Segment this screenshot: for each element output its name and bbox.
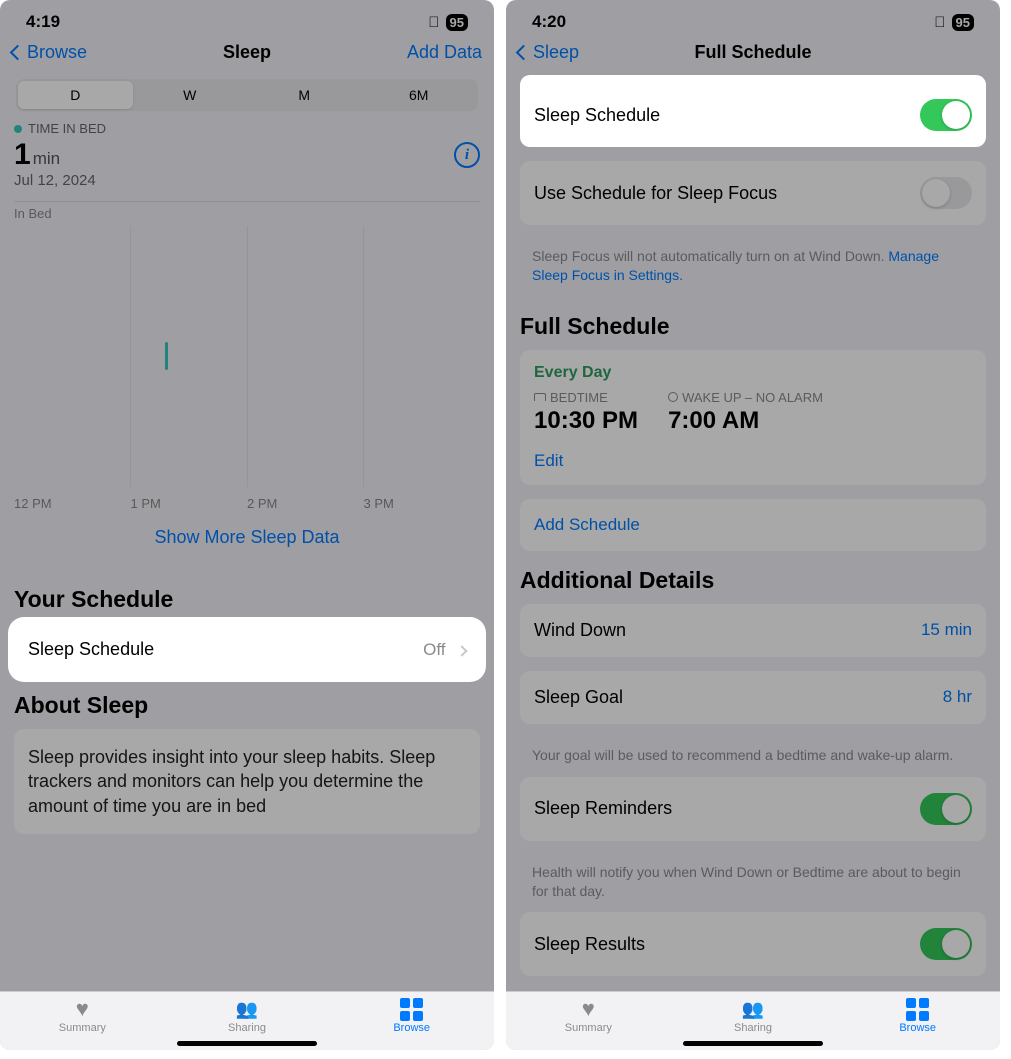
about-sleep-header: About Sleep [14, 692, 480, 719]
chart-series-label: In Bed [14, 202, 480, 225]
sleep-schedule-row[interactable]: Sleep Schedule Off [14, 623, 480, 676]
sleep-results-row[interactable]: Sleep Results [520, 912, 986, 976]
back-button[interactable]: Sleep [518, 42, 579, 63]
sleep-goal-row[interactable]: Sleep Goal 8 hr [520, 671, 986, 724]
back-button[interactable]: Browse [12, 42, 87, 63]
wake-value: 7:00 AM [668, 407, 823, 435]
sleep-chart[interactable]: In Bed 12 PM 1 PM 2 PM 3 PM [14, 201, 480, 511]
show-more-sleep-data[interactable]: Show More Sleep Data [10, 511, 484, 570]
wind-down-value: 15 min [921, 620, 972, 640]
schedule-card[interactable]: Every Day BEDTIME 10:30 PM WAKE UP – NO … [520, 350, 986, 485]
bedtime-value: 10:30 PM [534, 407, 638, 435]
edit-schedule-link[interactable]: Edit [534, 451, 972, 471]
nav-bar: Browse Sleep Add Data [0, 34, 494, 75]
people-icon: 👥 [234, 998, 260, 1020]
home-indicator[interactable] [177, 1041, 317, 1046]
sleep-schedule-toggle[interactable] [920, 99, 972, 131]
phone-right: 4:20 􀙇 95 Sleep Full Schedule Sleep Sche… [506, 0, 1000, 1050]
wifi-icon: 􀙇 [428, 14, 439, 31]
chevron-left-icon [10, 45, 26, 61]
reminders-footnote: Health will notify you when Wind Down or… [516, 855, 990, 913]
alarm-icon [668, 392, 678, 402]
add-schedule-label: Add Schedule [534, 515, 640, 535]
battery-level: 95 [446, 14, 468, 31]
in-bed-bar [165, 342, 168, 370]
nav-bar: Sleep Full Schedule [506, 34, 1000, 75]
heart-icon: ♥ [69, 998, 95, 1020]
sleep-schedule-toggle-row[interactable]: Sleep Schedule [520, 83, 986, 147]
page-title: Sleep [223, 42, 271, 63]
your-schedule-header: Your Schedule [14, 586, 480, 613]
sleep-reminders-row[interactable]: Sleep Reminders [520, 777, 986, 841]
metric-date: Jul 12, 2024 [10, 172, 484, 195]
status-time: 4:19 [26, 12, 60, 32]
sleep-schedule-label: Sleep Schedule [28, 639, 154, 660]
sleep-results-toggle[interactable] [920, 928, 972, 960]
people-icon: 👥 [740, 998, 766, 1020]
segment-week[interactable]: W [133, 81, 248, 109]
add-data-button[interactable]: Add Data [407, 42, 482, 63]
sleep-schedule-value: Off [423, 640, 445, 659]
segment-6month[interactable]: 6M [362, 81, 477, 109]
series-color-dot [14, 125, 22, 133]
heart-icon: ♥ [575, 998, 601, 1020]
focus-footnote: Sleep Focus will not automatically turn … [516, 239, 990, 297]
use-focus-row[interactable]: Use Schedule for Sleep Focus [520, 161, 986, 225]
sleep-reminders-toggle[interactable] [920, 793, 972, 825]
back-label: Browse [27, 42, 87, 63]
additional-details-header: Additional Details [520, 567, 986, 594]
chart-x-axis: 12 PM 1 PM 2 PM 3 PM [14, 496, 480, 511]
tab-summary[interactable]: ♥ Summary [0, 998, 165, 1034]
use-focus-label: Use Schedule for Sleep Focus [534, 183, 777, 204]
about-sleep-text: Sleep provides insight into your sleep h… [14, 729, 480, 834]
info-icon[interactable]: i [454, 142, 480, 168]
tab-sharing[interactable]: 👥 Sharing [165, 998, 330, 1034]
home-indicator[interactable] [683, 1041, 823, 1046]
wifi-icon: 􀙇 [934, 14, 945, 31]
back-label: Sleep [533, 42, 579, 63]
status-bar: 4:19 􀙇 95 [0, 0, 494, 34]
grid-icon [399, 998, 425, 1020]
metric-value: 1 [14, 138, 31, 171]
tab-sharing[interactable]: 👥 Sharing [671, 998, 836, 1034]
wind-down-row[interactable]: Wind Down 15 min [520, 604, 986, 657]
segment-month[interactable]: M [247, 81, 362, 109]
battery-level: 95 [952, 14, 974, 31]
status-time: 4:20 [532, 12, 566, 32]
metric-label: TIME IN BED [14, 121, 480, 136]
tab-browse[interactable]: Browse [329, 998, 494, 1034]
sleep-goal-value: 8 hr [943, 687, 972, 707]
time-range-segmented[interactable]: D W M 6M [16, 79, 478, 111]
full-schedule-header: Full Schedule [520, 313, 986, 340]
phone-left: 4:19 􀙇 95 Browse Sleep Add Data D W M 6M… [0, 0, 494, 1050]
use-focus-toggle[interactable] [920, 177, 972, 209]
grid-icon [905, 998, 931, 1020]
tab-summary[interactable]: ♥ Summary [506, 998, 671, 1034]
tab-browse[interactable]: Browse [835, 998, 1000, 1034]
schedule-days: Every Day [534, 364, 972, 382]
goal-footnote: Your goal will be used to recommend a be… [516, 738, 990, 777]
metric-unit: min [33, 149, 60, 168]
segment-day[interactable]: D [18, 81, 133, 109]
status-bar: 4:20 􀙇 95 [506, 0, 1000, 34]
chevron-right-icon [456, 645, 467, 656]
page-title: Full Schedule [694, 42, 811, 63]
add-schedule-row[interactable]: Add Schedule [520, 499, 986, 551]
chevron-left-icon [516, 45, 532, 61]
bed-icon [534, 393, 546, 401]
sleep-schedule-label: Sleep Schedule [534, 105, 660, 126]
